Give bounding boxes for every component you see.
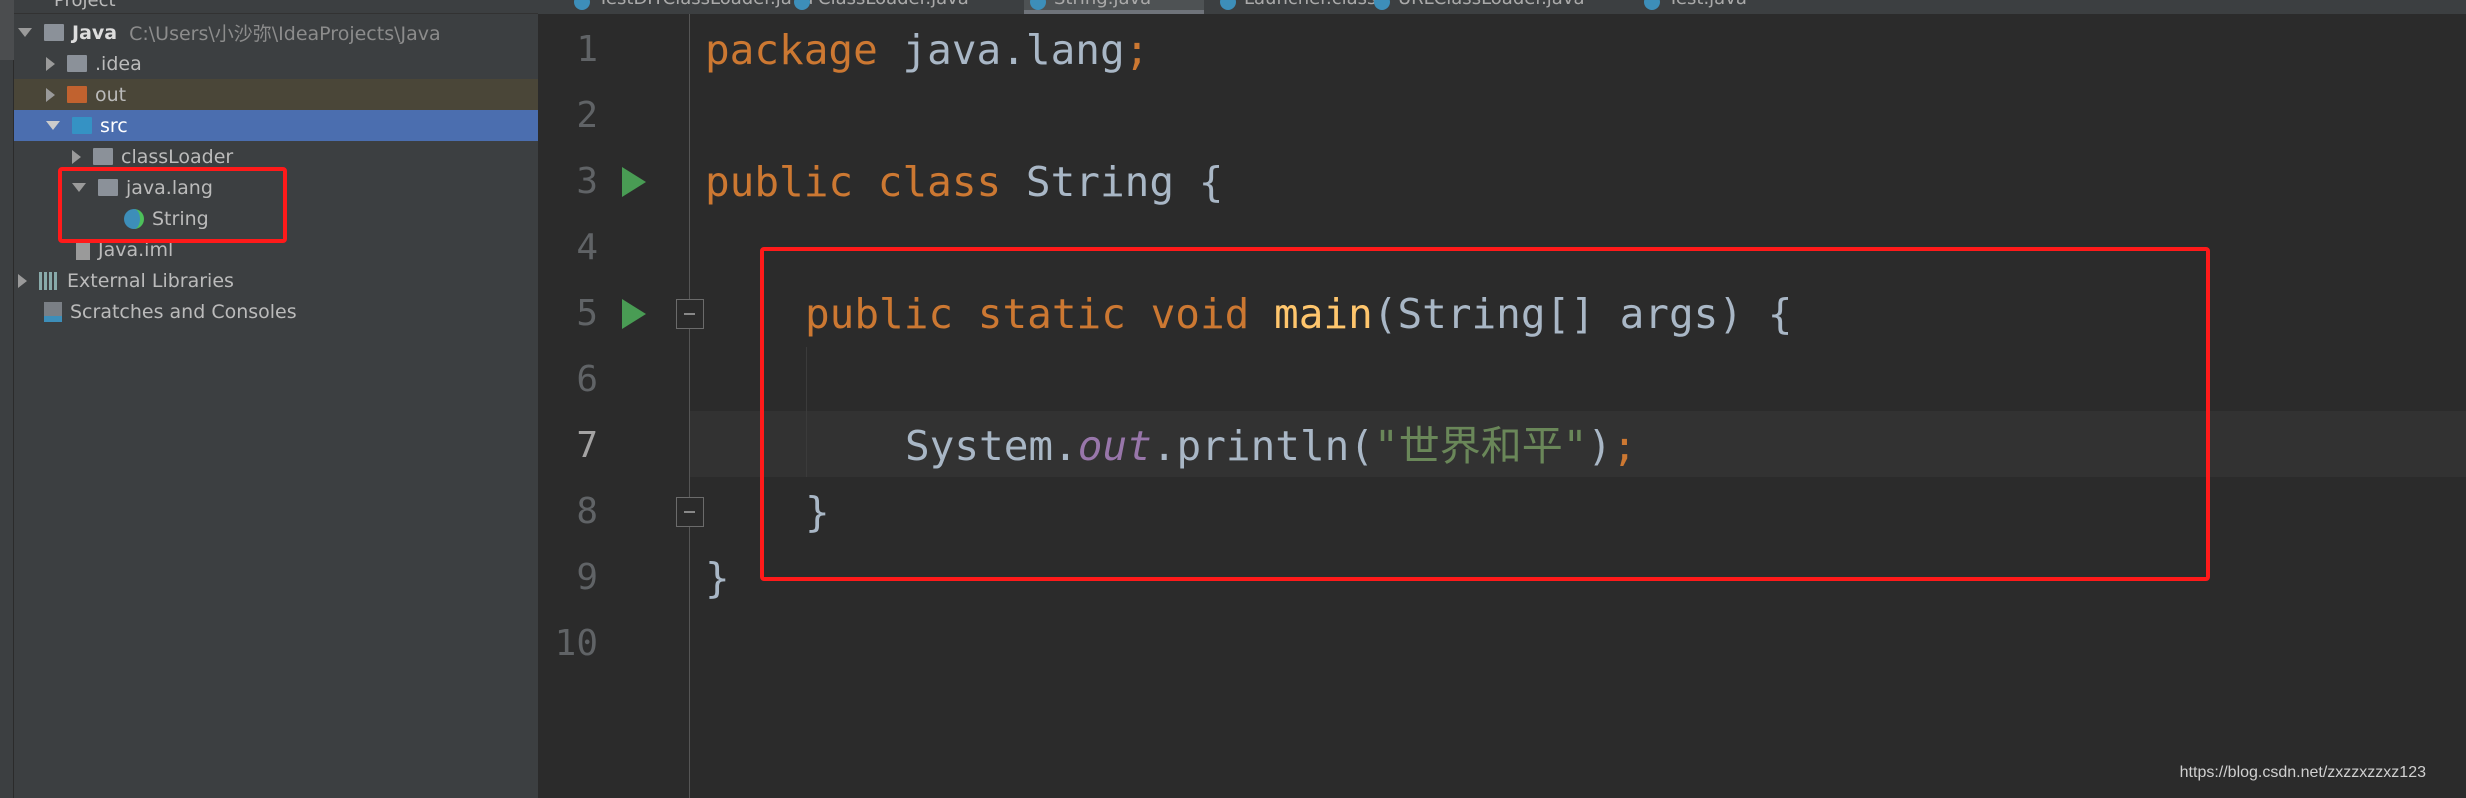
tree-label: classLoader <box>121 145 234 168</box>
library-icon <box>39 271 59 290</box>
tab-label: Test.java <box>1668 0 1747 9</box>
tab-urlclassloader[interactable]: URLClassLoader.java <box>1368 0 1585 14</box>
tree-label: .idea <box>95 52 142 75</box>
chevron-right-icon[interactable] <box>46 87 55 102</box>
line-number: 5 <box>576 293 598 334</box>
tree-label: Scratches and Consoles <box>70 300 297 323</box>
chevron-right-icon[interactable] <box>18 273 27 288</box>
folder-icon <box>67 55 87 72</box>
line-number: 10 <box>554 623 598 664</box>
gutter-separator <box>689 14 690 798</box>
line-number: 4 <box>576 227 598 268</box>
tab-testdiyclassloader[interactable]: TestDIYClassLoader.java <box>568 0 813 14</box>
run-class-icon[interactable] <box>622 167 646 197</box>
folder-icon <box>67 86 87 103</box>
line-number: 1 <box>576 29 598 70</box>
tree-item-idea[interactable]: .idea <box>14 48 538 79</box>
tree-label: External Libraries <box>67 269 234 292</box>
project-tool-button[interactable] <box>0 0 14 60</box>
keyword: public class <box>705 158 1002 206</box>
chevron-right-icon[interactable] <box>72 149 81 164</box>
module-icon <box>44 24 64 41</box>
watermark: https://blog.csdn.net/zxzzxzzxz123 <box>2179 764 2426 781</box>
line-number: 7 <box>576 425 598 466</box>
code-text: String { <box>1001 158 1224 206</box>
tree-label: out <box>95 83 127 106</box>
tree-item-external-libraries[interactable]: External Libraries <box>14 265 538 296</box>
tool-window-stripe[interactable] <box>0 0 14 798</box>
fold-icon[interactable] <box>676 299 704 329</box>
tab-string[interactable]: String.java <box>1024 0 1204 14</box>
tab-label: URLClassLoader.java <box>1398 0 1585 9</box>
chevron-down-icon[interactable] <box>18 28 32 37</box>
project-path: C:\Users\小沙弥\IdeaProjects\Java <box>129 23 441 45</box>
annotation-box <box>58 167 287 243</box>
source-folder-icon <box>72 117 92 134</box>
scratches-icon <box>44 301 62 322</box>
line-number: 8 <box>576 491 598 532</box>
tree-item-out[interactable]: out <box>14 79 538 110</box>
tab-launcher[interactable]: Launcher.class <box>1214 0 1376 14</box>
panel-title: Project <box>54 0 116 11</box>
keyword: package <box>705 26 878 74</box>
editor-tabs: TestDIYClassLoader.java ClassLoader.java… <box>538 0 2466 14</box>
project-panel: Project Java C:\Users\小沙弥\IdeaProjects\Ja… <box>14 0 538 798</box>
fold-icon[interactable] <box>676 497 704 527</box>
code-line-9: } <box>705 554 730 602</box>
tree-item-scratches[interactable]: Scratches and Consoles <box>14 296 538 327</box>
tab-test[interactable]: Test.java <box>1638 0 1747 14</box>
tab-label: String.java <box>1054 0 1151 9</box>
package-icon <box>93 148 113 165</box>
code-line-1: package java.lang; <box>705 17 1149 83</box>
tree-item-java-project[interactable]: Java C:\Users\小沙弥\IdeaProjects\Java <box>14 17 538 48</box>
tab-label: Launcher.class <box>1244 0 1376 9</box>
line-number: 2 <box>576 95 598 136</box>
chevron-down-icon[interactable] <box>46 121 60 130</box>
tab-classloader[interactable]: ClassLoader.java <box>788 0 969 14</box>
annotation-box <box>760 247 2210 581</box>
tab-label: TestDIYClassLoader.java <box>598 0 813 9</box>
line-number: 9 <box>576 557 598 598</box>
project-panel-header: Project <box>14 0 538 14</box>
tree-item-src[interactable]: src <box>14 110 538 141</box>
code-editor[interactable]: 1 2 3 4 5 6 7 8 9 10 package java.lang; … <box>538 14 2466 798</box>
semicolon: ; <box>1124 26 1150 74</box>
tree-label: Java <box>72 21 118 44</box>
chevron-right-icon[interactable] <box>46 56 55 71</box>
line-number: 3 <box>576 161 598 202</box>
tab-label: ClassLoader.java <box>818 0 969 9</box>
code-line-3: public class String { <box>705 149 1223 215</box>
tree-label: src <box>100 114 128 137</box>
code-text: java.lang <box>877 26 1125 74</box>
run-main-icon[interactable] <box>622 299 646 329</box>
line-number: 6 <box>576 359 598 400</box>
